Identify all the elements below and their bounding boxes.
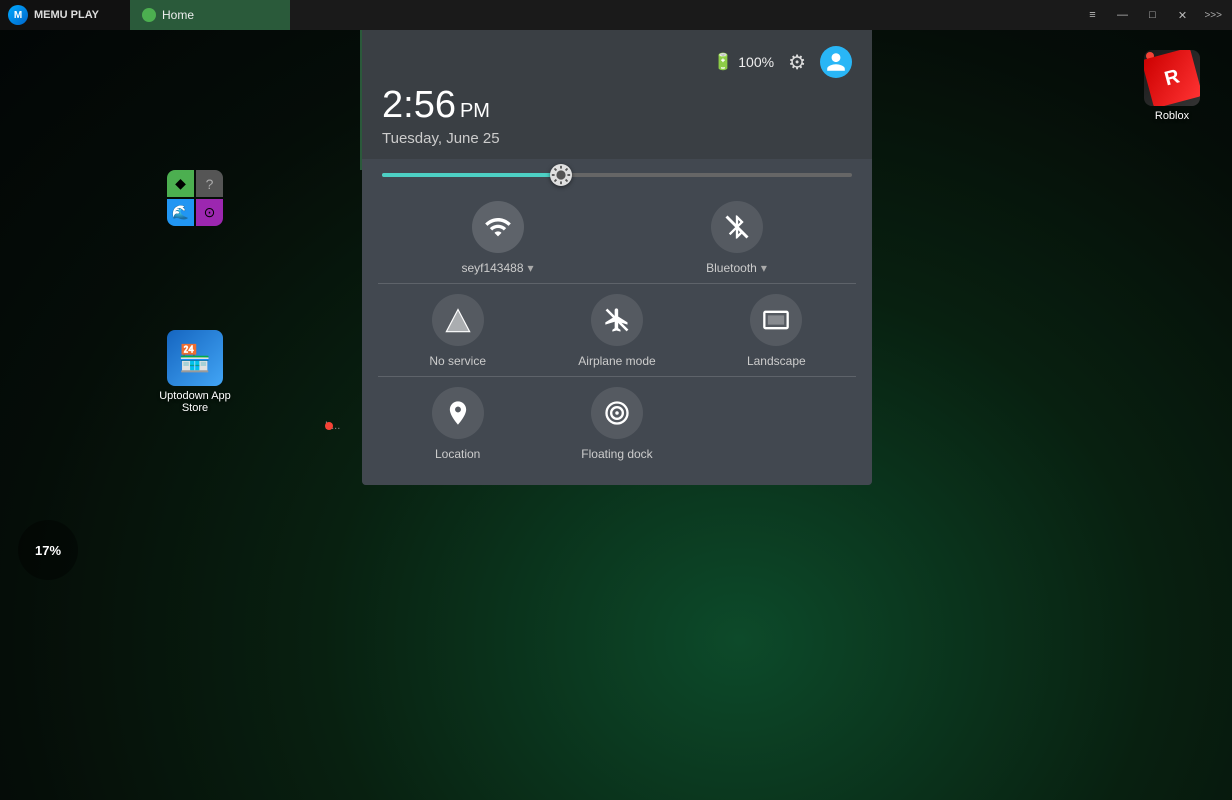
- qs-tiles: seyf143488 ▾ Bluetooth ▾: [362, 191, 872, 485]
- roblox-inner-icon: R: [1144, 50, 1200, 106]
- roblox-desktop-icon[interactable]: R Roblox: [1132, 50, 1212, 122]
- landscape-tile[interactable]: Landscape: [716, 294, 836, 368]
- tiles-row-2: No service Airplane mode: [378, 294, 856, 368]
- landscape-label: Landscape: [747, 354, 806, 368]
- grid-icon-image: ◆ ? 🌊 ⊙: [167, 170, 223, 226]
- grid-cell-3: 🌊: [167, 199, 194, 226]
- logo-text: MEMU PLAY: [34, 9, 99, 21]
- bluetooth-label: Bluetooth: [706, 261, 757, 275]
- tab-title: Home: [162, 8, 194, 22]
- restore-button[interactable]: □: [1138, 1, 1166, 29]
- more-options: >>>: [1198, 10, 1228, 21]
- airplane-icon-wrap: [591, 294, 643, 346]
- tiles-row-3: Location Floating dock: [378, 387, 856, 461]
- notif-indicator: L...: [325, 420, 340, 432]
- location-label: Location: [435, 447, 480, 461]
- qs-time: 2:56PM: [382, 86, 852, 124]
- grid-cell-4: ⊙: [196, 199, 223, 226]
- floating-dock-tile[interactable]: Floating dock: [557, 387, 677, 461]
- roblox-label: Roblox: [1155, 110, 1189, 122]
- brightness-row: [362, 159, 872, 191]
- time-ampm: PM: [460, 100, 490, 122]
- weather-value: 17%: [35, 543, 61, 558]
- taskbar-controls: ≡ — □ ✕ >>>: [1078, 1, 1232, 29]
- wifi-icon: [484, 213, 512, 241]
- airplane-tile[interactable]: Airplane mode: [557, 294, 677, 368]
- no-service-icon-wrap: [432, 294, 484, 346]
- qs-header: 🔋 100% ⚙ 2:56PM Tuesday, June 25: [362, 30, 872, 159]
- taskbar-logo[interactable]: M MEMU PLAY: [0, 0, 130, 30]
- location-icon: [444, 399, 472, 427]
- airplane-mode-icon: [603, 306, 631, 334]
- weather-widget: 17%: [18, 520, 78, 580]
- minimize-button[interactable]: —: [1108, 1, 1136, 29]
- qs-header-top: 🔋 100% ⚙: [382, 46, 852, 78]
- bluetooth-dropdown-arrow[interactable]: ▾: [761, 261, 767, 275]
- wifi-dropdown-arrow[interactable]: ▾: [528, 261, 534, 275]
- bluetooth-icon: [723, 213, 751, 241]
- wifi-label: seyf143488: [461, 261, 523, 275]
- wifi-icon-wrap: [472, 201, 524, 253]
- no-service-label: No service: [429, 354, 486, 368]
- brightness-fill: [382, 173, 561, 177]
- notification-dot-left: [325, 422, 333, 430]
- roblox-icon-image: R: [1144, 50, 1200, 106]
- battery-icon: 🔋: [713, 52, 733, 72]
- wifi-label-row: seyf143488 ▾: [461, 261, 533, 275]
- location-tile[interactable]: Location: [398, 387, 518, 461]
- store-label: Uptodown App Store: [155, 390, 235, 414]
- no-service-icon: [444, 306, 472, 334]
- bluetooth-icon-wrap: [711, 201, 763, 253]
- menu-button[interactable]: ≡: [1078, 1, 1106, 29]
- memu-logo-icon: M: [8, 5, 28, 25]
- grid-cell-1: ◆: [167, 170, 194, 197]
- avatar-icon: [825, 51, 847, 73]
- brightness-sun-icon: [550, 164, 572, 186]
- wifi-tile[interactable]: seyf143488 ▾: [438, 201, 558, 275]
- user-avatar[interactable]: [820, 46, 852, 78]
- tiles-separator-2: [378, 376, 856, 377]
- taskbar: M MEMU PLAY Home ≡ — □ ✕ >>>: [0, 0, 1232, 30]
- time-value: 2:56: [382, 84, 456, 126]
- no-service-tile[interactable]: No service: [398, 294, 518, 368]
- quick-settings-panel: 🔋 100% ⚙ 2:56PM Tuesday, June 25: [362, 30, 872, 485]
- taskbar-tab-home[interactable]: Home: [130, 0, 290, 30]
- floating-dock-icon-wrap: [591, 387, 643, 439]
- qs-date: Tuesday, June 25: [382, 130, 852, 147]
- tab-favicon: [142, 8, 156, 22]
- tiles-separator: [378, 283, 856, 284]
- landscape-icon-wrap: [750, 294, 802, 346]
- settings-gear-icon[interactable]: ⚙: [788, 50, 806, 75]
- battery-percent: 100%: [738, 54, 774, 70]
- battery-info: 🔋 100%: [713, 52, 774, 72]
- landscape-icon: [762, 306, 790, 334]
- bluetooth-tile[interactable]: Bluetooth ▾: [677, 201, 797, 275]
- close-button[interactable]: ✕: [1168, 1, 1196, 29]
- floating-dock-label: Floating dock: [581, 447, 652, 461]
- uptodown-desktop-icon[interactable]: 🏪 Uptodown App Store: [155, 330, 235, 414]
- floating-dock-icon: [603, 399, 631, 427]
- grid-apps-icon[interactable]: ◆ ? 🌊 ⊙: [155, 170, 235, 226]
- tiles-row-1: seyf143488 ▾ Bluetooth ▾: [378, 201, 856, 275]
- store-icon-image: 🏪: [167, 330, 223, 386]
- airplane-label: Airplane mode: [578, 354, 655, 368]
- grid-cell-2: ?: [196, 170, 223, 197]
- brightness-thumb: [550, 164, 572, 186]
- bluetooth-label-row: Bluetooth ▾: [706, 261, 767, 275]
- brightness-slider[interactable]: [382, 173, 852, 177]
- location-icon-wrap: [432, 387, 484, 439]
